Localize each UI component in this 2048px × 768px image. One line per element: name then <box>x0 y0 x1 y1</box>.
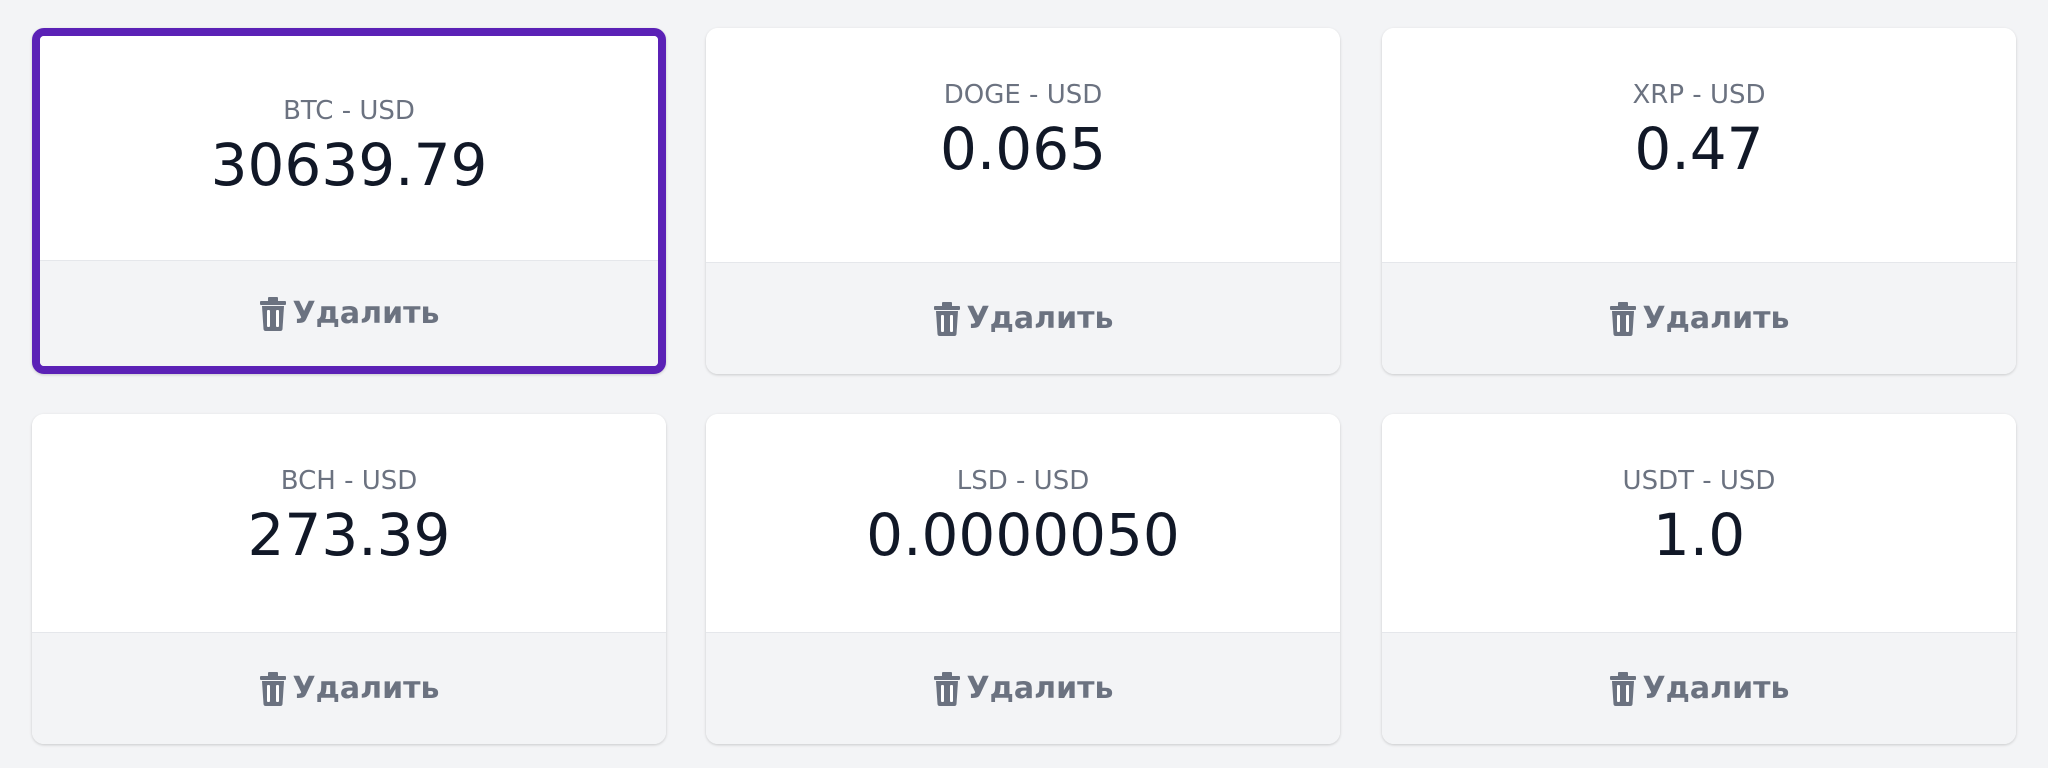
delete-button[interactable]: Удалить <box>259 671 440 706</box>
ticker-card-header: BTC - USD 30639.79 <box>40 36 658 260</box>
ticker-card-footer: Удалить <box>1382 632 2016 744</box>
ticker-price: 0.47 <box>1634 115 1764 183</box>
ticker-card-footer: Удалить <box>1382 262 2016 374</box>
ticker-card-xrp[interactable]: XRP - USD 0.47 Удалить <box>1382 28 2016 374</box>
delete-label: Удалить <box>1642 301 1790 336</box>
ticker-card-header: LSD - USD 0.0000050 <box>706 414 1340 632</box>
ticker-price: 30639.79 <box>210 131 488 199</box>
delete-label: Удалить <box>1642 671 1790 706</box>
ticker-price: 0.065 <box>939 115 1107 183</box>
delete-label: Удалить <box>966 301 1114 336</box>
ticker-label: USDT - USD <box>1622 466 1776 496</box>
delete-button[interactable]: Удалить <box>933 301 1114 336</box>
ticker-label: XRP - USD <box>1632 80 1766 110</box>
ticker-card-doge[interactable]: DOGE - USD 0.065 Удалить <box>706 28 1340 374</box>
ticker-card-bch[interactable]: BCH - USD 273.39 Удалить <box>32 414 666 744</box>
ticker-label: BTC - USD <box>283 96 415 126</box>
ticker-price: 273.39 <box>247 501 451 569</box>
ticker-card-header: DOGE - USD 0.065 <box>706 28 1340 262</box>
ticker-card-footer: Удалить <box>40 260 658 366</box>
ticker-grid: BTC - USD 30639.79 Удалить DOGE - USD 0.… <box>0 0 2048 768</box>
ticker-card-footer: Удалить <box>706 262 1340 374</box>
ticker-card-btc[interactable]: BTC - USD 30639.79 Удалить <box>32 28 666 374</box>
delete-button[interactable]: Удалить <box>259 296 440 331</box>
trash-icon <box>259 296 286 331</box>
delete-label: Удалить <box>966 671 1114 706</box>
ticker-card-footer: Удалить <box>706 632 1340 744</box>
delete-button[interactable]: Удалить <box>1609 301 1790 336</box>
trash-icon <box>933 301 960 336</box>
ticker-card-usdt[interactable]: USDT - USD 1.0 Удалить <box>1382 414 2016 744</box>
ticker-label: LSD - USD <box>956 466 1090 496</box>
trash-icon <box>1609 301 1636 336</box>
ticker-card-footer: Удалить <box>32 632 666 744</box>
ticker-price: 0.0000050 <box>866 501 1180 569</box>
ticker-card-header: USDT - USD 1.0 <box>1382 414 2016 632</box>
delete-label: Удалить <box>292 296 440 331</box>
ticker-card-header: XRP - USD 0.47 <box>1382 28 2016 262</box>
ticker-label: BCH - USD <box>280 466 418 496</box>
delete-label: Удалить <box>292 671 440 706</box>
delete-button[interactable]: Удалить <box>933 671 1114 706</box>
trash-icon <box>1609 671 1636 706</box>
trash-icon <box>259 671 286 706</box>
trash-icon <box>933 671 960 706</box>
ticker-card-lsd[interactable]: LSD - USD 0.0000050 Удалить <box>706 414 1340 744</box>
ticker-card-header: BCH - USD 273.39 <box>32 414 666 632</box>
delete-button[interactable]: Удалить <box>1609 671 1790 706</box>
ticker-label: DOGE - USD <box>943 80 1103 110</box>
ticker-price: 1.0 <box>1652 501 1746 569</box>
